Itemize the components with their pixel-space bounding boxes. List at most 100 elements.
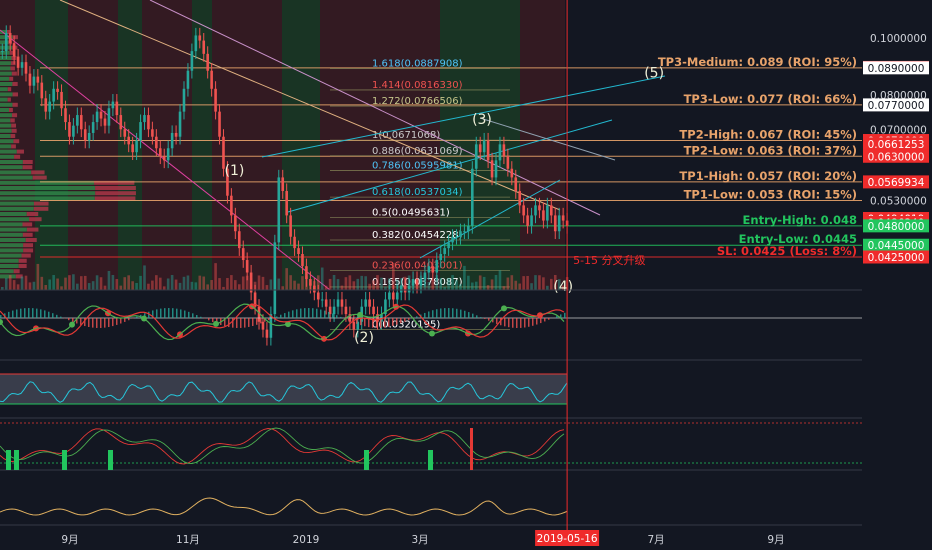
macd-histogram-bar <box>268 318 270 321</box>
volume-bar <box>178 282 182 290</box>
price-axis: 0.10000000.09000000.08000000.07000000.05… <box>862 0 932 550</box>
volume-profile-bar <box>0 92 13 97</box>
candle-body <box>214 88 217 112</box>
macd-histogram-bar <box>392 318 394 326</box>
candle-body <box>293 236 296 249</box>
volume-profile-bar <box>13 269 20 274</box>
macd-histogram-bar <box>540 318 542 324</box>
volume-bar <box>202 276 206 290</box>
candle-body <box>139 122 142 141</box>
candle-body <box>24 62 28 74</box>
volume-bar <box>170 275 174 290</box>
candle-body <box>32 76 36 86</box>
candle-body <box>467 225 470 232</box>
candle-body <box>447 242 450 249</box>
macd-histogram-bar <box>316 308 318 318</box>
macd-histogram-bar <box>116 318 118 325</box>
candle-body <box>87 132 91 141</box>
volume-bar <box>119 285 123 290</box>
candle-body <box>494 160 498 178</box>
macd-histogram-bar <box>236 318 238 328</box>
price-tag-label: 0.0569934 <box>868 177 925 189</box>
macd-histogram-bar <box>320 309 322 318</box>
candle-body <box>186 70 190 89</box>
volume-bar <box>155 275 158 290</box>
macd-histogram-bar <box>20 308 22 318</box>
zone <box>520 0 565 290</box>
time-tick: 9月 <box>767 534 784 546</box>
fib-label: 1.618(0.0887908) <box>372 58 463 69</box>
macd-histogram-bar <box>532 318 534 326</box>
macd-histogram-bar <box>548 318 550 320</box>
volume-profile-bar <box>0 201 34 206</box>
candle-body <box>48 101 51 112</box>
candle-body <box>237 231 241 249</box>
macd-histogram-bar <box>536 318 538 325</box>
candle-body <box>99 111 103 119</box>
volume-profile-bar <box>11 128 17 133</box>
macd-histogram-bar <box>336 315 338 318</box>
macd-histogram-bar <box>228 318 230 328</box>
volume-profile-bar <box>33 201 49 206</box>
volume-bar <box>415 282 419 290</box>
macd-histogram-bar <box>256 318 258 325</box>
volume-bar <box>439 278 443 290</box>
candle-body <box>182 88 186 112</box>
volume-bar <box>518 283 522 290</box>
volume-bar <box>277 278 281 290</box>
macd-histogram-bar <box>348 318 350 321</box>
candle-body <box>166 148 170 161</box>
target-label: Entry-High: 0.048 <box>743 213 857 227</box>
volume-bar <box>356 278 360 290</box>
macd-histogram-bar <box>512 318 514 328</box>
volume-bar <box>411 281 415 290</box>
zone <box>68 0 118 290</box>
volume-profile-bar <box>0 269 14 274</box>
macd-histogram-bar <box>400 318 402 324</box>
macd-histogram-bar <box>312 308 314 318</box>
volume-bar <box>502 286 506 290</box>
volume-bar <box>218 278 221 290</box>
volume-profile-bar <box>0 253 22 258</box>
candle-body <box>324 299 328 307</box>
volume-bar <box>451 275 454 290</box>
macd-histogram-bar <box>280 314 282 318</box>
macd-histogram-bar <box>8 311 10 318</box>
target-label: TP1-High: 0.057 (ROI: 20%) <box>679 169 857 183</box>
candle-body <box>190 51 194 71</box>
volume-bar <box>24 275 28 290</box>
macd-histogram-bar <box>408 318 410 320</box>
macd-histogram-bar <box>304 308 306 318</box>
macd-histogram-bar <box>308 308 310 318</box>
candle-body <box>103 118 107 126</box>
candle-body <box>451 236 454 243</box>
volume-profile-bar <box>0 227 27 232</box>
volume-profile-bar <box>18 258 27 263</box>
macd-histogram-bar <box>456 308 458 318</box>
volume-bar <box>305 275 308 290</box>
volume-bar <box>245 275 249 290</box>
macd-histogram-bar <box>452 308 454 318</box>
candle-body <box>40 82 44 99</box>
candle-body <box>459 231 462 237</box>
macd-histogram-bar <box>508 318 510 328</box>
volume-profile-bar <box>0 118 11 123</box>
volume-bar <box>392 263 395 290</box>
volume-bar <box>407 275 411 290</box>
volume-profile-bar <box>0 196 95 201</box>
macd-histogram-bar <box>504 318 506 327</box>
volume-bar <box>56 278 59 290</box>
candle-body <box>143 115 146 123</box>
macd-histogram-bar <box>496 318 498 324</box>
macd-histogram-bar <box>120 318 122 324</box>
macd-histogram-bar <box>524 318 526 328</box>
macd-histogram-bar <box>328 311 330 318</box>
macd-histogram-bar <box>160 308 162 318</box>
candle-body <box>76 115 79 126</box>
volume-bar <box>95 275 99 290</box>
volume-profile-bar <box>0 128 12 133</box>
candle-body <box>174 132 178 137</box>
volume-bar <box>494 275 498 290</box>
volume-profile-bar <box>16 149 24 154</box>
candle-body <box>336 299 340 307</box>
